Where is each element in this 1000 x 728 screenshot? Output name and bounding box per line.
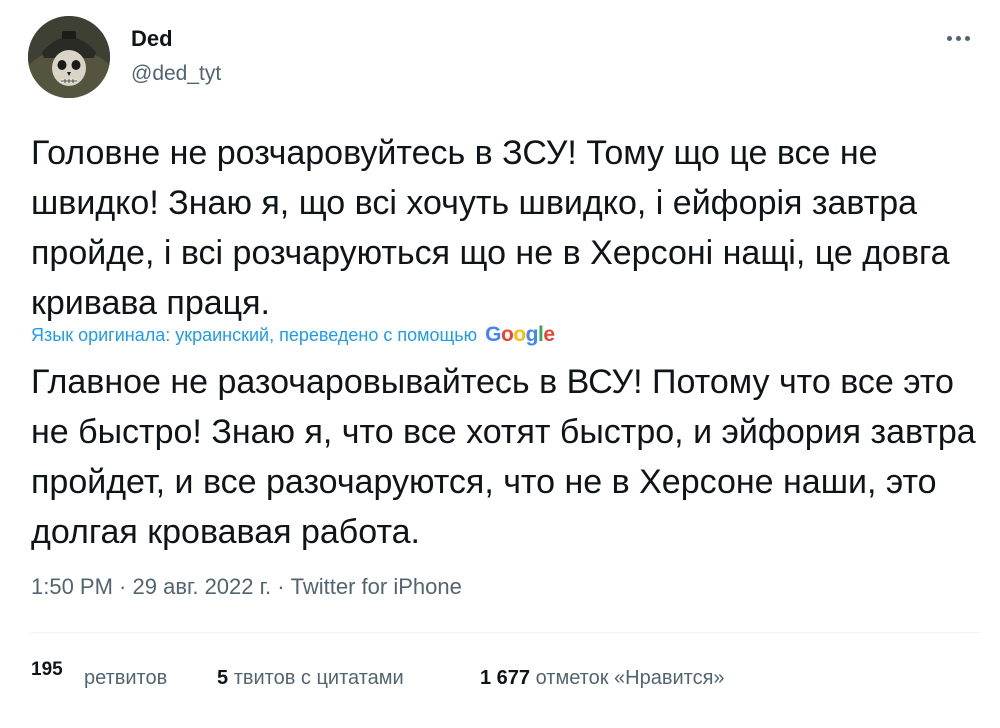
tweet-stats: 195 ретвитов 5 твитов с цитатами 1 677 о… [31,656,971,696]
quotes-stat[interactable]: 5 твитов с цитатами [217,664,404,692]
retweets-label: ретвитов [84,667,168,689]
quotes-label: твитов с цитатами [233,667,404,689]
more-options-button[interactable] [940,26,976,50]
google-logo: Google [485,323,555,346]
meta-separator: · [112,574,133,599]
tweet-date[interactable]: 29 авг. 2022 г. [133,574,272,599]
quotes-count: 5 [217,667,229,689]
more-dot [964,35,970,41]
author-name[interactable]: Ded [131,26,173,52]
tweet-time[interactable]: 1:50 PM [31,574,113,599]
likes-count: 1 677 [480,667,531,689]
translation-note[interactable]: Язык оригинала: украинский, переведено с… [31,322,555,348]
translation-note-text: Язык оригинала: украинский, переведено с… [31,325,478,345]
retweets-count-value: 195 [31,659,63,680]
retweets-count: 195 [31,658,73,688]
more-horizontal-icon [946,35,952,41]
divider [31,632,980,633]
retweets-count-ghost [31,682,73,688]
retweets-stat[interactable]: 195 ретвитов [31,659,168,692]
likes-label: отметок «Нравится» [535,667,725,689]
tweet-source[interactable]: Twitter for iPhone [291,574,462,599]
likes-stat[interactable]: 1 677 отметок «Нравится» [480,664,725,692]
more-dot [955,35,961,41]
author-handle[interactable]: @ded_tyt [131,61,221,87]
meta-separator: · [271,574,291,599]
translated-text: Главное не разочаровывайтесь в ВСУ! Пото… [31,363,976,551]
tweet-meta: 1:50 PM · 29 авг. 2022 г. · Twitter for … [31,573,462,601]
avatar[interactable] [28,16,110,98]
tweet-text: Головне не розчаровуйтесь в ЗСУ! Тому що… [31,134,950,322]
